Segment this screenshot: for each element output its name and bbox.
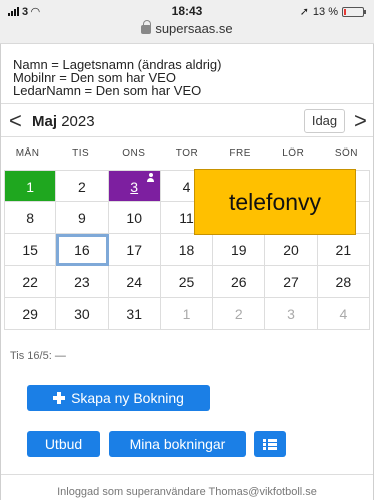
calendar-day[interactable]: 29 bbox=[4, 298, 57, 330]
calendar-day[interactable]: 19 bbox=[213, 234, 266, 266]
battery-fill bbox=[344, 8, 346, 15]
calendar-day[interactable]: 1 bbox=[4, 170, 57, 202]
month-title: Maj 2023 bbox=[32, 113, 95, 130]
calendar-day[interactable]: 24 bbox=[108, 266, 161, 298]
footer-text: Inloggad som superanvändare Thomas@vikfo… bbox=[57, 486, 317, 498]
plus-icon bbox=[53, 392, 66, 404]
utbud-button[interactable]: Utbud bbox=[27, 431, 100, 457]
page-content: Namn = Lagetsnamn (ändras aldrig) Mobiln… bbox=[0, 44, 374, 500]
calendar-day[interactable]: 3 bbox=[108, 170, 161, 202]
weekday-label: SÖN bbox=[334, 148, 358, 159]
calendar-day[interactable]: 15 bbox=[4, 234, 57, 266]
calendar-day[interactable]: 3 bbox=[265, 298, 318, 330]
footer-divider bbox=[1, 474, 373, 475]
calendar-day[interactable]: 10 bbox=[108, 202, 161, 234]
info-text: Namn = Lagetsnamn (ändras aldrig) Mobiln… bbox=[13, 58, 221, 97]
address-bar[interactable]: supersaas.se bbox=[0, 20, 374, 36]
calendar-day[interactable]: 28 bbox=[317, 266, 370, 298]
status-bar: 3 ◠ 18:43 ➚ 13 % supersaas.se bbox=[0, 0, 374, 44]
lock-icon bbox=[141, 20, 152, 34]
calendar-day[interactable]: 22 bbox=[4, 266, 57, 298]
create-booking-button[interactable]: Skapa ny Bokning bbox=[27, 385, 210, 411]
year-label: 2023 bbox=[61, 113, 95, 130]
info-line-leader: LedarNamn = Den som har VEO bbox=[13, 83, 202, 98]
selected-date-label: Tis 16/5: — bbox=[10, 350, 66, 362]
calendar-day[interactable]: 25 bbox=[160, 266, 214, 298]
calendar-day[interactable]: 4 bbox=[317, 298, 370, 330]
calendar-day[interactable]: 26 bbox=[213, 266, 266, 298]
my-bookings-button[interactable]: Mina bokningar bbox=[109, 431, 246, 457]
weekday-header: MÅN TIS ONS TOR FRE LÖR SÖN bbox=[1, 148, 373, 164]
today-button[interactable]: Idag bbox=[304, 109, 345, 133]
status-right: ➚ 13 % bbox=[299, 5, 366, 18]
calendar-header: < Maj 2023 Idag > bbox=[1, 103, 373, 137]
calendar-day[interactable]: 2 bbox=[56, 170, 109, 202]
calendar-day[interactable]: 30 bbox=[56, 298, 109, 330]
battery-icon bbox=[342, 6, 366, 17]
calendar-day[interactable]: 17 bbox=[108, 234, 161, 266]
calendar-day[interactable]: 20 bbox=[265, 234, 318, 266]
phone-view-label: telefonvy bbox=[194, 169, 356, 235]
create-booking-label: Skapa ny Bokning bbox=[71, 390, 184, 406]
calendar-day[interactable]: 31 bbox=[108, 298, 161, 330]
chevron-right-icon[interactable]: > bbox=[354, 108, 367, 134]
weekday-label: MÅN bbox=[15, 148, 40, 159]
weekday-label: FRE bbox=[229, 148, 251, 159]
calendar-day[interactable]: 18 bbox=[160, 234, 214, 266]
calendar-day[interactable]: 2 bbox=[213, 298, 266, 330]
weekday-label: TIS bbox=[72, 148, 90, 159]
weekday-label: TOR bbox=[175, 148, 199, 159]
weekday-label: LÖR bbox=[282, 148, 305, 159]
list-view-button[interactable] bbox=[254, 431, 286, 457]
calendar-day[interactable]: 27 bbox=[265, 266, 318, 298]
calendar-day[interactable]: 23 bbox=[56, 266, 109, 298]
weekday-label: ONS bbox=[122, 148, 146, 159]
calendar-day[interactable]: 1 bbox=[160, 298, 214, 330]
calendar-day[interactable]: 8 bbox=[4, 202, 57, 234]
chevron-left-icon[interactable]: < bbox=[9, 108, 22, 134]
location-arrow-icon: ➚ bbox=[299, 6, 309, 18]
url-text[interactable]: supersaas.se bbox=[155, 21, 232, 36]
list-icon bbox=[263, 439, 277, 450]
battery-percent: 13 % bbox=[312, 5, 338, 18]
calendar-day[interactable]: 21 bbox=[317, 234, 370, 266]
calendar-day[interactable]: 9 bbox=[56, 202, 109, 234]
calendar-day[interactable]: 16 bbox=[56, 234, 109, 266]
month-name: Maj bbox=[32, 113, 58, 130]
person-icon bbox=[146, 173, 154, 182]
